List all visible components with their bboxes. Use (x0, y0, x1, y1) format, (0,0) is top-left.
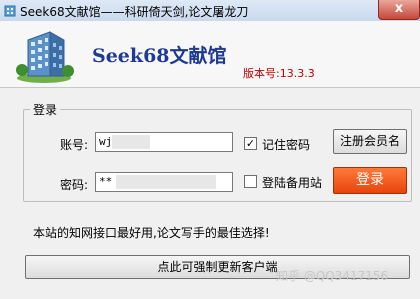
app-icon (4, 5, 16, 17)
close-button[interactable]: x (378, 0, 420, 20)
account-label: 账号: (60, 138, 89, 152)
password-value: ** (99, 175, 113, 188)
redacted-text (112, 135, 150, 149)
header-banner: Seek68文献馆 版本号:13.3.3 (0, 21, 420, 87)
login-button[interactable]: 登录 (333, 167, 407, 194)
login-group-title: 登录 (30, 101, 61, 118)
account-value: wj (99, 135, 113, 148)
close-icon: x (394, 1, 404, 16)
watermark-text: 知乎 @QQ3417156 (276, 269, 389, 283)
version-label: 版本号:13.3.3 (243, 67, 315, 80)
account-input[interactable]: wj (95, 132, 233, 152)
brand-title: Seek68文献馆 (92, 45, 227, 67)
header-divider (0, 87, 420, 88)
backup-site-checkbox[interactable] (244, 175, 257, 188)
password-input[interactable]: ** (95, 172, 233, 192)
backup-site-label: 登陆备用站 (262, 176, 323, 190)
redacted-text (116, 175, 216, 189)
remember-password-label: 记住密码 (262, 138, 311, 152)
register-button[interactable]: 注册会员名 (333, 129, 407, 154)
building-logo-icon (16, 31, 74, 83)
title-bar: Seek68文献馆——科研倚天剑,论文屠龙刀 x (0, 0, 420, 22)
password-label: 密码: (60, 178, 89, 192)
slogan-text: 本站的知网接口最好用,论文写手的最佳选择! (33, 226, 270, 240)
remember-password-checkbox[interactable]: ✓ (244, 137, 257, 150)
window-title: Seek68文献馆——科研倚天剑,论文屠龙刀 (20, 5, 249, 19)
